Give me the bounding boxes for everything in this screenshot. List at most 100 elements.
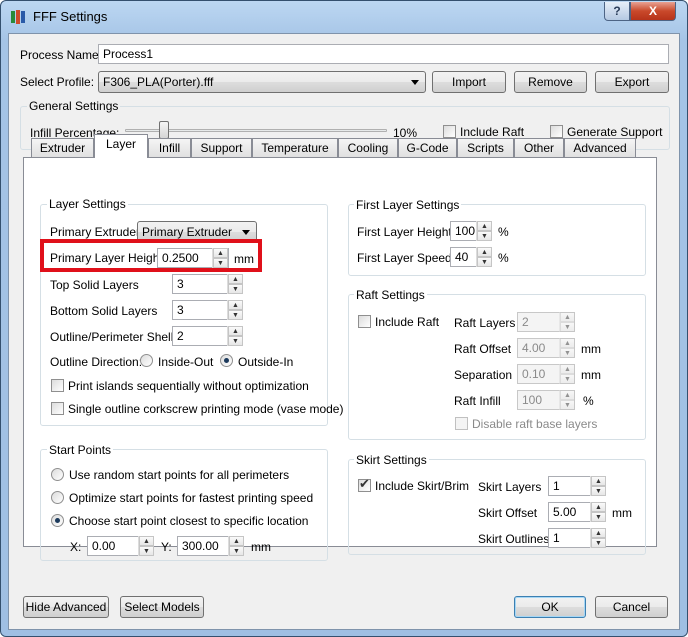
raft-settings-title: Raft Settings (354, 288, 427, 302)
raft-offset-spinner[interactable]: ▲ ▼ (559, 338, 575, 358)
window-title: FFF Settings (33, 9, 108, 24)
y-label: Y: (161, 540, 172, 554)
tab-scripts[interactable]: Scripts (457, 138, 514, 157)
first-layer-speed-spinner[interactable]: ▲ ▼ (476, 247, 492, 267)
raft-layers-label: Raft Layers (454, 316, 516, 330)
tab-other[interactable]: Other (514, 138, 564, 157)
first-layer-height-label: First Layer Height (357, 225, 452, 239)
primary-layer-height-spinner[interactable]: ▲ ▼ (212, 248, 228, 268)
process-name-input[interactable] (98, 44, 669, 64)
outline-shells-label: Outline/Perimeter Shells (50, 330, 180, 344)
first-layer-settings-group (348, 204, 646, 276)
include-skirt-label: Include Skirt/Brim (375, 479, 470, 493)
export-button[interactable]: Export (595, 71, 669, 93)
x-spinner[interactable]: ▲ ▼ (138, 536, 154, 556)
general-include-raft-label: Include Raft (460, 125, 525, 139)
first-layer-speed-label: First Layer Speed (357, 251, 452, 265)
skirt-layers-spinner[interactable]: ▲ ▼ (590, 476, 606, 496)
separation-unit: mm (581, 368, 601, 382)
profile-select[interactable]: F306_PLA(Porter).fff (98, 71, 426, 93)
skirt-offset-unit: mm (612, 506, 632, 520)
raft-offset-unit: mm (581, 342, 601, 356)
generate-support-label: Generate Support (567, 125, 663, 139)
choose-start-radio[interactable] (51, 514, 64, 527)
outline-direction-label: Outline Direction: (50, 355, 143, 369)
top-solid-layers-label: Top Solid Layers (50, 278, 139, 292)
random-start-label: Use random start points for all perimete… (69, 468, 290, 482)
print-islands-label: Print islands sequentially without optim… (68, 379, 309, 393)
skirt-outlines-spinner[interactable]: ▲ ▼ (590, 528, 606, 548)
disable-raft-base-checkbox[interactable] (455, 417, 468, 430)
hide-advanced-button[interactable]: Hide Advanced (23, 596, 109, 618)
process-name-label: Process Name: (20, 48, 103, 62)
raft-infill-unit: % (583, 394, 594, 408)
x-label: X: (70, 540, 82, 554)
infill-slider-thumb[interactable] (159, 121, 170, 139)
raft-offset-label: Raft Offset (454, 342, 512, 356)
first-layer-speed-unit: % (498, 251, 509, 265)
outline-shells-spinner[interactable]: ▲ ▼ (227, 326, 243, 346)
ok-button[interactable]: OK (514, 596, 586, 618)
single-outline-checkbox[interactable] (51, 402, 64, 415)
close-button[interactable]: X (630, 2, 676, 21)
general-settings-title: General Settings (27, 99, 121, 113)
raft-infill-spinner[interactable]: ▲ ▼ (559, 390, 575, 410)
tab-infill[interactable]: Infill (148, 138, 191, 157)
outside-in-radio[interactable] (220, 354, 233, 367)
primary-layer-height-unit: mm (234, 252, 254, 266)
raft-infill-label: Raft Infill (454, 394, 501, 408)
profile-select-value: F306_PLA(Porter).fff (103, 75, 214, 89)
import-button[interactable]: Import (432, 71, 506, 93)
inside-out-radio[interactable] (140, 354, 153, 367)
skirt-outlines-label: Skirt Outlines (478, 532, 550, 546)
raft-include-checkbox[interactable] (358, 315, 371, 328)
primary-layer-height-label: Primary Layer Height (50, 251, 163, 265)
remove-button[interactable]: Remove (514, 71, 587, 93)
primary-extruder-value: Primary Extruder (142, 225, 233, 239)
raft-layers-spinner[interactable]: ▲ ▼ (559, 312, 575, 332)
raft-include-label: Include Raft (375, 315, 440, 329)
disable-raft-base-label: Disable raft base layers (472, 417, 598, 431)
first-layer-height-spinner[interactable]: ▲ ▼ (476, 221, 492, 241)
tab-cooling[interactable]: Cooling (338, 138, 398, 157)
start-points-title: Start Points (47, 443, 114, 457)
general-include-raft-checkbox[interactable] (443, 125, 456, 138)
tab-advanced[interactable]: Advanced (564, 138, 636, 157)
outside-in-label: Outside-In (238, 355, 294, 369)
generate-support-checkbox[interactable] (550, 125, 563, 138)
close-icon: X (648, 4, 657, 18)
tab-layer[interactable]: Layer (94, 134, 148, 158)
first-layer-settings-title: First Layer Settings (354, 198, 462, 212)
cancel-button[interactable]: Cancel (595, 596, 668, 618)
include-skirt-checkbox[interactable]: ✔ (358, 477, 371, 492)
y-spinner[interactable]: ▲ ▼ (228, 536, 244, 556)
help-button[interactable]: ? (604, 2, 630, 21)
tab-support[interactable]: Support (191, 138, 252, 157)
tab-gcode[interactable]: G-Code (398, 138, 457, 157)
xy-unit: mm (251, 540, 271, 554)
skirt-settings-title: Skirt Settings (354, 453, 429, 467)
layer-settings-title: Layer Settings (47, 197, 128, 211)
first-layer-height-unit: % (498, 225, 509, 239)
select-models-button[interactable]: Select Models (120, 596, 204, 618)
skirt-offset-label: Skirt Offset (478, 506, 538, 520)
skirt-offset-spinner[interactable]: ▲ ▼ (590, 502, 606, 522)
select-profile-label: Select Profile: (20, 75, 95, 89)
print-islands-checkbox[interactable] (51, 379, 64, 392)
primary-extruder-label: Primary Extruder (50, 225, 141, 239)
bottom-solid-layers-spinner[interactable]: ▲ ▼ (227, 300, 243, 320)
optimize-start-radio[interactable] (51, 491, 64, 504)
random-start-radio[interactable] (51, 468, 64, 481)
title-bar[interactable]: FFF Settings ? X (1, 1, 687, 33)
separation-spinner[interactable]: ▲ ▼ (559, 364, 575, 384)
separation-label: Separation (454, 368, 513, 382)
top-solid-layers-spinner[interactable]: ▲ ▼ (227, 274, 243, 294)
skirt-layers-label: Skirt Layers (478, 480, 542, 494)
optimize-start-label: Optimize start points for fastest printi… (69, 491, 314, 505)
choose-start-label: Choose start point closest to specific l… (69, 514, 309, 528)
chevron-down-icon (411, 80, 419, 85)
settings-window: FFF Settings ? X Process Name: Select Pr… (0, 0, 688, 637)
tab-temperature[interactable]: Temperature (252, 138, 338, 157)
tab-extruder[interactable]: Extruder (31, 138, 94, 157)
single-outline-label: Single outline corkscrew printing mode (… (68, 402, 344, 416)
